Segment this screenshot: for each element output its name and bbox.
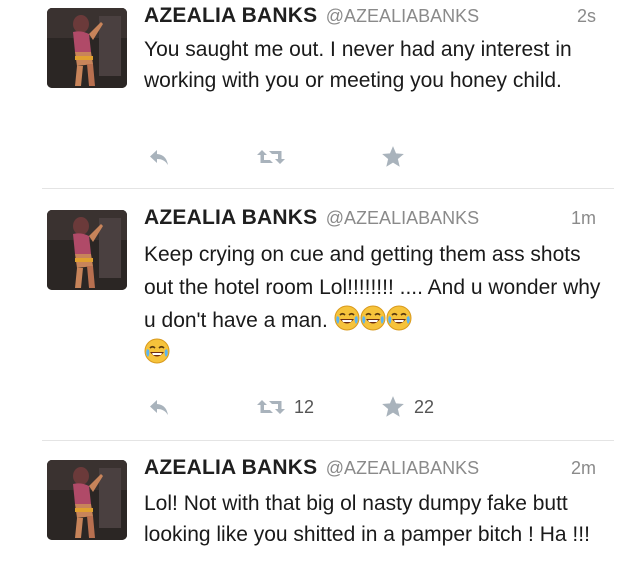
tweet-text: You saught me out. I never had any inter… [144,38,572,92]
tweet-actions [144,142,464,172]
tweet-header: AZEALIA BANKS @AZEALIABANKS 2s [144,4,596,34]
reply-button[interactable] [146,142,172,172]
retweet-button[interactable]: 12 [256,392,314,422]
divider [42,440,614,441]
favorite-icon [380,394,406,420]
avatar[interactable] [47,210,127,290]
timestamp[interactable]: 1m [571,208,596,229]
retweet-icon [256,395,286,419]
favorite-count: 22 [414,396,435,417]
face-with-tears-of-joy-icon [360,305,386,331]
user-handle[interactable]: @AZEALIABANKS [326,458,479,478]
favorite-button[interactable] [380,142,414,172]
retweet-button[interactable] [256,142,294,172]
reply-icon [146,145,172,169]
display-name[interactable]: AZEALIA BANKS [144,4,317,27]
avatar[interactable] [47,460,127,540]
tweet[interactable]: AZEALIA BANKS @AZEALIABANKS 2s You saugh… [0,0,634,188]
tweet[interactable]: AZEALIA BANKS @AZEALIABANKS 2m Lol! Not … [0,452,634,582]
display-name[interactable]: AZEALIA BANKS [144,456,317,479]
retweet-icon [256,145,286,169]
tweet-actions: 12 22 [144,392,464,422]
tweet-timeline: AZEALIA BANKS @AZEALIABANKS 2s You saugh… [0,0,634,582]
tweet[interactable]: AZEALIA BANKS @AZEALIABANKS 1m Keep cryi… [0,200,634,438]
reply-icon [146,395,172,419]
timestamp[interactable]: 2m [571,458,596,479]
tweet-header: AZEALIA BANKS @AZEALIABANKS 1m [144,206,596,236]
user-handle[interactable]: @AZEALIABANKS [326,208,479,228]
face-with-tears-of-joy-icon [144,338,170,364]
user-handle[interactable]: @AZEALIABANKS [326,6,479,26]
face-with-tears-of-joy-icon [334,305,360,331]
avatar[interactable] [47,8,127,88]
favorite-button[interactable]: 22 [380,392,434,422]
tweet-header: AZEALIA BANKS @AZEALIABANKS 2m [144,456,596,486]
favorite-icon [380,144,406,170]
tweet-text: Keep crying on cue and getting them ass … [144,238,614,370]
face-with-tears-of-joy-icon [386,305,412,331]
tweet-text: Lol! Not with that big ol nasty dumpy fa… [144,492,590,546]
display-name[interactable]: AZEALIA BANKS [144,206,317,229]
reply-button[interactable] [146,392,172,422]
timestamp[interactable]: 2s [577,6,596,27]
retweet-count: 12 [294,396,315,417]
divider [42,188,614,189]
